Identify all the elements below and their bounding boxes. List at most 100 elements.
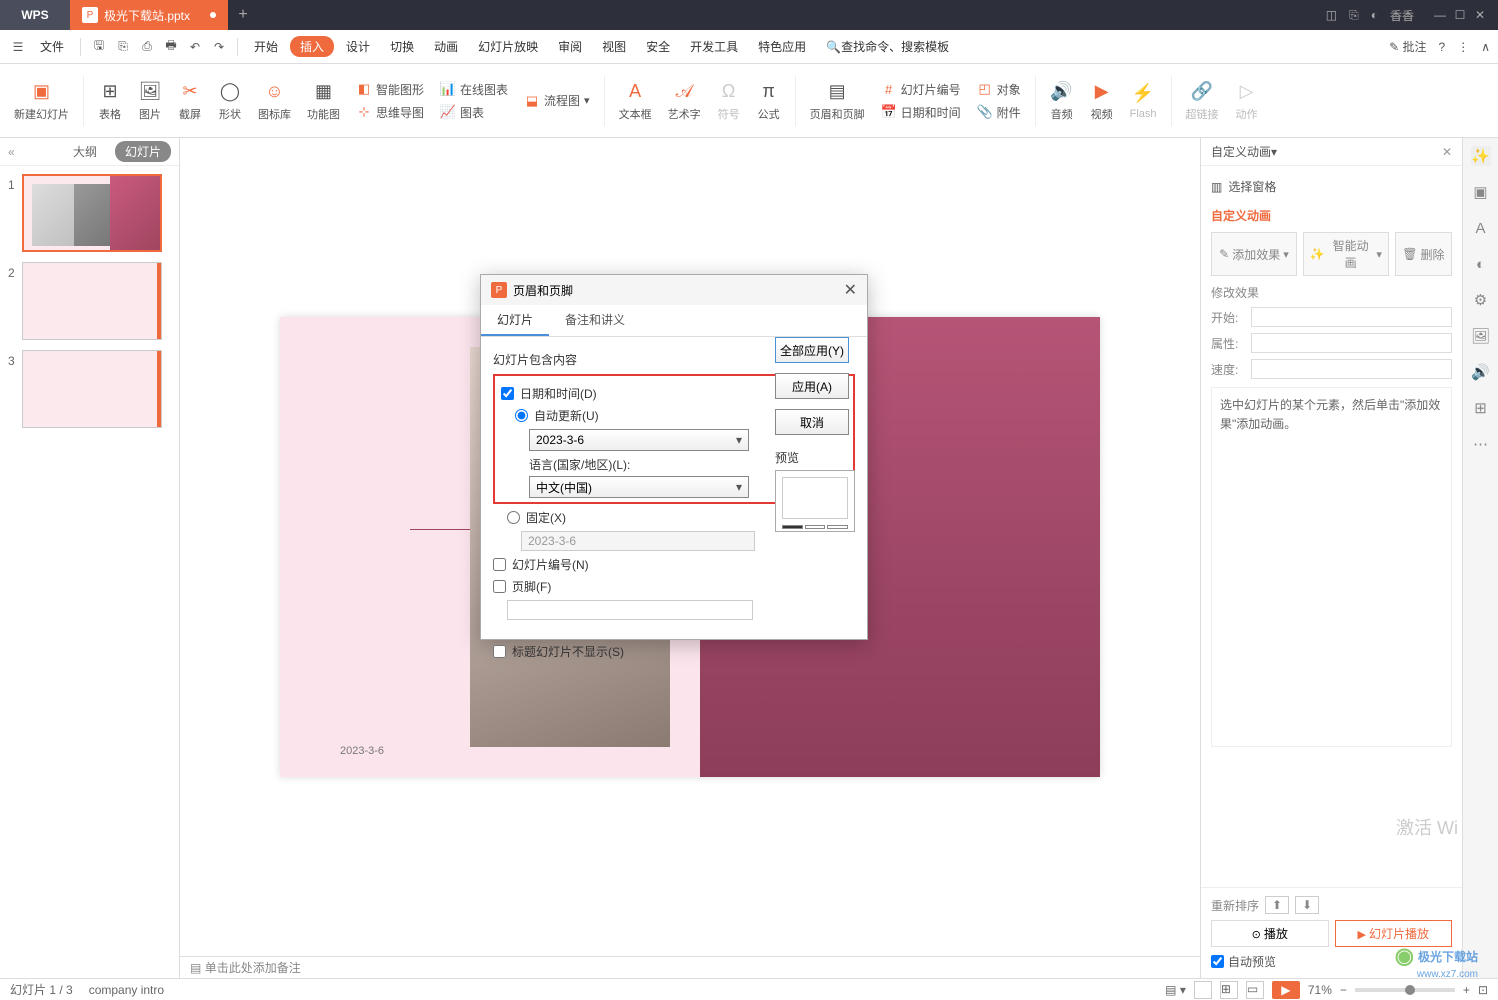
fixed-date-input[interactable]: 2023-3-6	[521, 531, 755, 551]
select-pane-button[interactable]: ▥选择窗格	[1211, 174, 1452, 199]
tab-view[interactable]: 视图	[594, 34, 634, 59]
sidebar-cloud-icon[interactable]: ◐	[1471, 254, 1491, 274]
wordart-button[interactable]: 𝒜艺术字	[662, 76, 707, 126]
close-button[interactable]: ✕	[1474, 9, 1486, 21]
slides-tab[interactable]: 幻灯片	[115, 141, 171, 162]
dialog-close-button[interactable]: ✕	[844, 280, 857, 300]
tab-design[interactable]: 设计	[338, 34, 378, 59]
audio-button[interactable]: 🔊音频	[1044, 76, 1080, 126]
textbox-button[interactable]: A文本框	[613, 76, 658, 126]
header-footer-button[interactable]: ▤页眉和页脚	[804, 76, 871, 126]
date-combo[interactable]: 2023-3-6	[529, 429, 749, 451]
smart-anim-button[interactable]: ✨智能动画 ▾	[1303, 232, 1389, 276]
annotate-button[interactable]: ✎ 批注	[1389, 38, 1426, 55]
cancel-button[interactable]: 取消	[775, 409, 849, 435]
video-button[interactable]: ▶视频	[1084, 76, 1120, 126]
sidebar-grid-icon[interactable]: ⊞	[1471, 398, 1491, 418]
flowchart-button[interactable]: ⬓流程图 ▾	[518, 90, 596, 111]
print-preview-icon[interactable]: 🖶	[161, 37, 181, 57]
apply-all-button[interactable]: 全部应用(Y)	[775, 337, 849, 363]
outline-tab[interactable]: 大纲	[63, 141, 107, 162]
new-slide-button[interactable]: ▣新建幻灯片	[8, 76, 75, 126]
flash-button[interactable]: ⚡Flash	[1124, 78, 1163, 124]
save-as-icon[interactable]: ⎘	[113, 37, 133, 57]
table-button[interactable]: ⊞表格	[92, 76, 128, 126]
maximize-button[interactable]: ☐	[1454, 9, 1466, 21]
tab-notes[interactable]: 备注和讲义	[549, 305, 641, 336]
sidebar-image-icon[interactable]: 🖼	[1471, 326, 1491, 346]
sorter-view-button[interactable]: ⊞	[1220, 981, 1238, 999]
delete-button[interactable]: 🗑删除	[1395, 232, 1452, 276]
collapse-panel-button[interactable]: «	[8, 145, 15, 159]
slide-thumb-1[interactable]: 1	[8, 174, 171, 252]
sidebar-settings-icon[interactable]: ⚙	[1471, 290, 1491, 310]
tab-special[interactable]: 特色应用	[750, 34, 814, 59]
tab-slideshow[interactable]: 幻灯片放映	[470, 34, 546, 59]
language-combo[interactable]: 中文(中国)	[529, 476, 749, 498]
attachment-button[interactable]: 📎附件	[971, 102, 1027, 123]
new-tab-button[interactable]: +	[228, 0, 258, 30]
user-name[interactable]: 香香	[1390, 7, 1414, 24]
sidebar-audio-icon[interactable]: 🔊	[1471, 362, 1491, 382]
zoom-in-button[interactable]: +	[1463, 983, 1470, 997]
picture-button[interactable]: 🖼图片	[132, 76, 168, 126]
zoom-out-button[interactable]: −	[1340, 983, 1347, 997]
more-button[interactable]: ⋮	[1457, 40, 1469, 54]
notification-icon[interactable]: ◫	[1326, 8, 1337, 22]
move-down-button[interactable]: ⬇	[1295, 896, 1319, 914]
collapse-ribbon[interactable]: ∧	[1481, 40, 1490, 54]
document-tab[interactable]: P 极光下载站.pptx	[70, 0, 228, 30]
undo-icon[interactable]: ↶	[185, 37, 205, 57]
wps-logo[interactable]: WPS	[0, 0, 70, 30]
play-button[interactable]: ⊙ 播放	[1211, 920, 1329, 947]
chart-button[interactable]: 📈图表	[434, 102, 514, 123]
save-icon[interactable]: 🖫	[89, 37, 109, 57]
start-select[interactable]	[1251, 307, 1452, 327]
hamburger-icon[interactable]: ☰	[8, 37, 28, 57]
tab-review[interactable]: 审阅	[550, 34, 590, 59]
normal-view-button[interactable]	[1194, 981, 1212, 999]
tab-security[interactable]: 安全	[638, 34, 678, 59]
slide-number-button[interactable]: #幻灯片编号	[875, 79, 967, 100]
footer-checkbox[interactable]: 页脚(F)	[493, 578, 855, 595]
help-button[interactable]: ?	[1439, 40, 1446, 54]
funcchart-button[interactable]: ▦功能图	[301, 76, 346, 126]
object-button[interactable]: ◰对象	[971, 79, 1027, 100]
formula-button[interactable]: π公式	[751, 76, 787, 126]
reading-view-button[interactable]: ▭	[1246, 981, 1264, 999]
add-effect-button[interactable]: ✎添加效果 ▾	[1211, 232, 1297, 276]
screenshot-button[interactable]: ✂截屏	[172, 76, 208, 126]
tab-animation[interactable]: 动画	[426, 34, 466, 59]
apply-button[interactable]: 应用(A)	[775, 373, 849, 399]
tab-slide[interactable]: 幻灯片	[481, 305, 549, 336]
print-icon[interactable]: ⎙	[137, 37, 157, 57]
panel-close-button[interactable]: ✕	[1442, 145, 1452, 159]
smart-graphic-button[interactable]: ◧智能图形	[350, 79, 430, 100]
dialog-titlebar[interactable]: P 页眉和页脚 ✕	[481, 275, 867, 305]
move-up-button[interactable]: ⬆	[1265, 896, 1289, 914]
slide-number-checkbox[interactable]: 幻灯片编号(N)	[493, 556, 855, 573]
date-time-button[interactable]: 📅日期和时间	[875, 102, 967, 123]
property-select[interactable]	[1251, 333, 1452, 353]
zoom-slider[interactable]	[1355, 988, 1455, 992]
search-command[interactable]: 🔍查找命令、搜索模板	[818, 34, 957, 59]
mindmap-button[interactable]: ⊹思维导图	[350, 102, 430, 123]
sidebar-more-icon[interactable]: ⋯	[1471, 434, 1491, 454]
user-avatar-icon[interactable]: ◐	[1371, 8, 1378, 22]
sidebar-sparkle-icon[interactable]: ✨	[1471, 146, 1491, 166]
tab-insert[interactable]: 插入	[290, 36, 334, 57]
tab-devtools[interactable]: 开发工具	[682, 34, 746, 59]
no-show-title-checkbox[interactable]: 标题幻灯片不显示(S)	[493, 643, 855, 660]
play-slideshow-button[interactable]: ▶	[1272, 981, 1300, 999]
slide-thumb-2[interactable]: 2	[8, 262, 171, 340]
minimize-button[interactable]: —	[1434, 9, 1446, 21]
file-menu[interactable]: 文件	[32, 34, 72, 59]
sidebar-text-icon[interactable]: A	[1471, 218, 1491, 238]
speed-select[interactable]	[1251, 359, 1452, 379]
slide-thumb-3[interactable]: 3	[8, 350, 171, 428]
notes-area[interactable]: ▤ 单击此处添加备注	[180, 956, 1200, 978]
redo-icon[interactable]: ↷	[209, 37, 229, 57]
fit-button[interactable]: ⊡	[1478, 983, 1488, 997]
symbol-button[interactable]: Ω符号	[711, 76, 747, 126]
footer-input[interactable]	[507, 600, 753, 620]
